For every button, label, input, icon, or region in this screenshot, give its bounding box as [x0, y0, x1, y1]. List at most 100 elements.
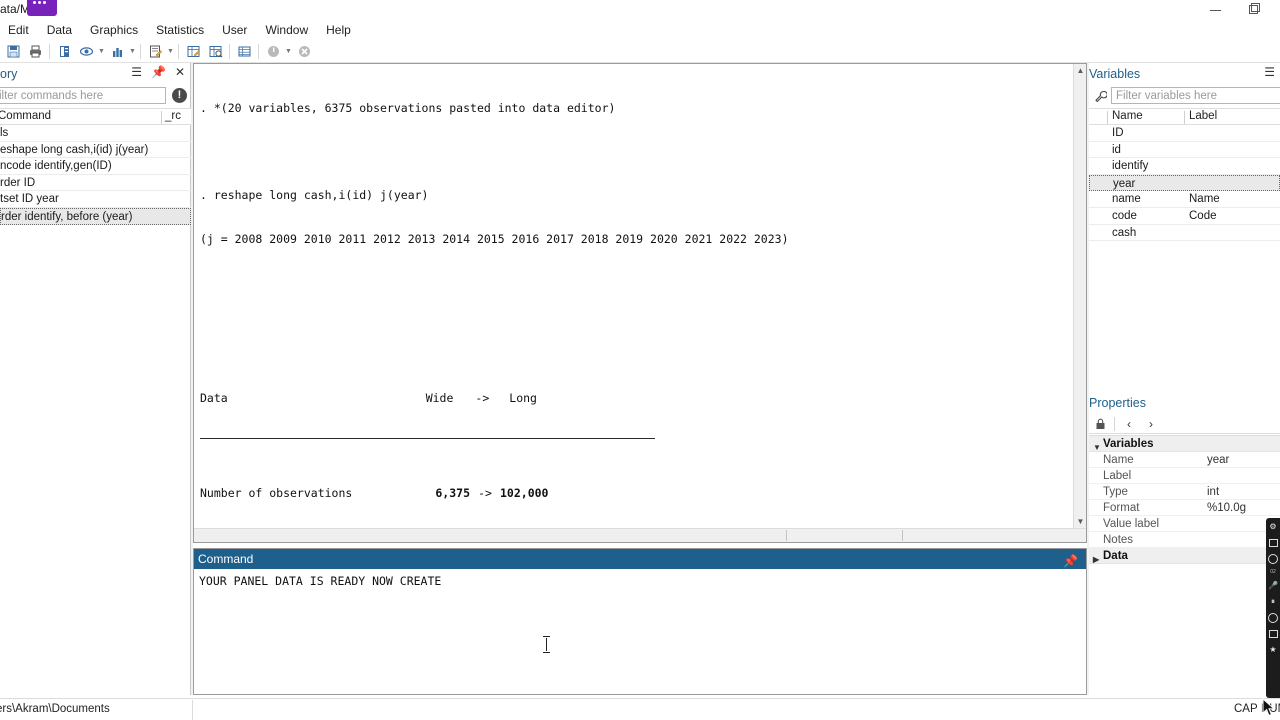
- properties-title: Properties: [1089, 396, 1146, 410]
- history-header: ory ☰ 📌 ✕: [0, 63, 190, 85]
- menu-item-graphics[interactable]: Graphics: [81, 21, 147, 40]
- menu-item-help[interactable]: Help: [317, 21, 360, 40]
- data-editor-edit-icon[interactable]: [182, 41, 204, 62]
- list-item[interactable]: tset ID year: [0, 191, 191, 208]
- table-row[interactable]: cash: [1089, 225, 1280, 242]
- open-file-icon[interactable]: [2, 41, 24, 62]
- property-key: Notes: [1103, 534, 1134, 546]
- property-row[interactable]: Notes: [1089, 532, 1280, 548]
- list-item[interactable]: rder identify, before (year): [0, 207, 191, 225]
- menu-item-user[interactable]: User: [213, 21, 256, 40]
- pause-icon[interactable]: ⏸: [1268, 596, 1279, 607]
- variables-col-name: Name: [1112, 110, 1143, 122]
- pin-icon[interactable]: 📌: [151, 66, 166, 78]
- record-icon[interactable]: [1268, 553, 1279, 564]
- print-icon[interactable]: [24, 41, 46, 62]
- toolbar-separator-3: [178, 43, 179, 59]
- view-icon[interactable]: [75, 41, 97, 62]
- table-row[interactable]: id: [1089, 142, 1280, 159]
- toolbar-separator-2: [140, 43, 141, 59]
- camera-icon[interactable]: [1268, 537, 1279, 548]
- table-row[interactable]: ID: [1089, 125, 1280, 142]
- table-row[interactable]: code Code: [1089, 208, 1280, 225]
- reshape-table-header: Data Wide -> Long: [200, 391, 1073, 406]
- results-line-blank: [200, 319, 1073, 334]
- settings-icon[interactable]: ⚙: [1268, 521, 1279, 532]
- webcam-icon[interactable]: [1268, 612, 1279, 623]
- variables-header: Variables ☰: [1089, 63, 1280, 85]
- microphone-icon[interactable]: 🎤: [1268, 580, 1279, 591]
- reshape-col-arrow: ->: [475, 391, 490, 405]
- view-dropdown-caret-icon[interactable]: ▼: [97, 41, 106, 62]
- row-arrow: ->: [478, 486, 492, 500]
- row-long: 102,000: [500, 486, 549, 500]
- menu-item-data[interactable]: Data: [38, 21, 81, 40]
- variables-panel: Variables ☰ Filter variables here Name L…: [1089, 63, 1280, 391]
- do-file-dropdown-caret-icon[interactable]: ▼: [166, 41, 175, 62]
- properties-group-label: Data: [1103, 550, 1128, 562]
- table-divider: [200, 437, 655, 439]
- results-line: . reshape long cash,i(id) j(year): [200, 188, 429, 202]
- properties-grid: ▼ Variables Name year Label Type int Forma…: [1089, 435, 1280, 564]
- list-item[interactable]: ncode identify,gen(ID): [0, 158, 191, 175]
- property-row[interactable]: Type int: [1089, 484, 1280, 500]
- clock-dropdown-caret-icon[interactable]: ▼: [284, 41, 293, 62]
- property-row[interactable]: Format %10.0g: [1089, 500, 1280, 516]
- clock-icon: [262, 41, 284, 62]
- table-row[interactable]: identify: [1089, 158, 1280, 175]
- variables-title: Variables: [1089, 67, 1141, 81]
- scrollbar-thumb[interactable]: [195, 530, 787, 541]
- property-key: Name: [1103, 454, 1134, 466]
- property-row[interactable]: Label: [1089, 468, 1280, 484]
- log-begin-icon[interactable]: [53, 41, 75, 62]
- wrench-icon[interactable]: [1092, 88, 1108, 104]
- restore-button[interactable]: [1235, 0, 1275, 21]
- graph-dropdown-caret-icon[interactable]: ▼: [128, 41, 137, 62]
- list-item[interactable]: rder ID: [0, 175, 191, 192]
- property-value: year: [1207, 454, 1230, 466]
- filter-icon[interactable]: ☰: [131, 66, 142, 78]
- chevron-right-icon: ▶: [1093, 555, 1100, 564]
- do-file-editor-icon[interactable]: [144, 41, 166, 62]
- scroll-up-icon[interactable]: ▲: [1074, 64, 1086, 77]
- window-icon[interactable]: [1268, 628, 1279, 639]
- history-list: ls eshape long cash,i(id) j(year) ncode …: [0, 125, 191, 225]
- property-row[interactable]: Value label: [1089, 516, 1280, 532]
- menu-item-edit[interactable]: Edit: [0, 21, 38, 40]
- history-filter-input[interactable]: ilter commands here: [0, 87, 166, 104]
- list-item[interactable]: ls: [0, 125, 191, 142]
- results-vertical-scrollbar[interactable]: ▲ ▼: [1073, 64, 1086, 528]
- command-input[interactable]: YOUR PANEL DATA IS READY NOW CREATE: [194, 569, 1086, 694]
- variable-name: ID: [1112, 127, 1124, 139]
- break-icon: [293, 41, 315, 62]
- next-icon[interactable]: ›: [1140, 414, 1162, 433]
- menu-item-window[interactable]: Window: [256, 21, 317, 40]
- previous-icon[interactable]: ‹: [1118, 414, 1140, 433]
- history-filter-row: ilter commands here !: [0, 87, 191, 107]
- close-icon[interactable]: ✕: [175, 66, 185, 78]
- properties-group-data[interactable]: ▶ Data: [1089, 548, 1280, 564]
- variables-filter-input[interactable]: Filter variables here: [1111, 87, 1280, 104]
- table-row[interactable]: year: [1089, 174, 1280, 192]
- data-editor-browse-icon[interactable]: [204, 41, 226, 62]
- filter-icon[interactable]: ☰: [1264, 66, 1275, 78]
- properties-group-variables[interactable]: ▼ Variables: [1089, 436, 1280, 452]
- results-horizontal-scrollbar[interactable]: [194, 528, 1086, 542]
- list-item[interactable]: eshape long cash,i(id) j(year): [0, 142, 191, 159]
- properties-header: Properties: [1089, 392, 1280, 414]
- properties-group-label: Variables: [1103, 438, 1154, 450]
- table-row[interactable]: name Name: [1089, 191, 1280, 208]
- more-icon[interactable]: ★: [1268, 644, 1279, 655]
- warning-icon[interactable]: !: [172, 88, 187, 103]
- lock-icon[interactable]: [1089, 414, 1111, 433]
- scroll-down-icon[interactable]: ▼: [1074, 515, 1086, 528]
- history-title: ory: [0, 67, 18, 81]
- history-column-header: Command _rc: [0, 108, 191, 125]
- pin-icon[interactable]: 📌: [1063, 551, 1078, 571]
- record-timer: 02: [1270, 569, 1276, 575]
- variables-manager-icon[interactable]: [233, 41, 255, 62]
- graph-icon[interactable]: [106, 41, 128, 62]
- menu-item-statistics[interactable]: Statistics: [147, 21, 213, 40]
- minimize-button[interactable]: [1195, 0, 1235, 21]
- property-row[interactable]: Name year: [1089, 452, 1280, 468]
